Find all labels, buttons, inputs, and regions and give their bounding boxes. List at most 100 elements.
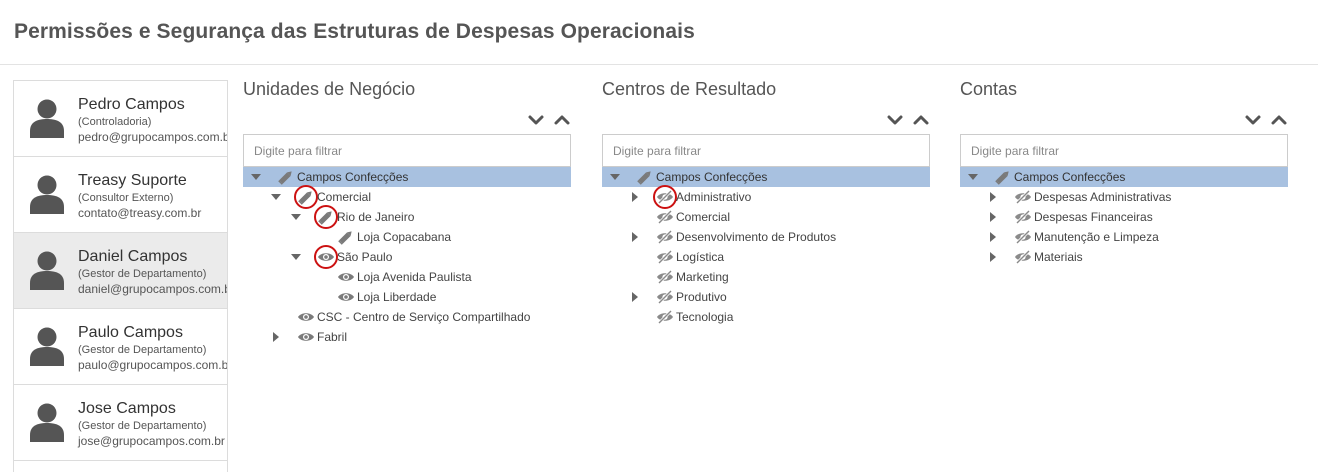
- tree-node[interactable]: Administrativo: [602, 185, 930, 209]
- caret-right-icon[interactable]: [628, 187, 642, 207]
- user-email: daniel@grupocampos.com.br: [78, 282, 228, 296]
- tree-node[interactable]: Tecnologia: [602, 307, 930, 327]
- tree-root-node[interactable]: Campos Confecções: [243, 167, 571, 187]
- eye-slash-icon[interactable]: [656, 249, 674, 265]
- tree-node-label: São Paulo: [337, 250, 393, 264]
- caret-right-icon[interactable]: [269, 327, 283, 347]
- tree-node[interactable]: Produtivo: [602, 287, 930, 307]
- tree-node[interactable]: Comercial: [243, 185, 571, 209]
- eye-icon[interactable]: [297, 329, 315, 345]
- caret-right-icon[interactable]: [628, 287, 642, 307]
- tree-node[interactable]: Comercial: [602, 207, 930, 227]
- caret-down-icon[interactable]: [269, 187, 283, 207]
- filter-input[interactable]: [960, 134, 1288, 167]
- caret-right-icon[interactable]: [986, 207, 1000, 227]
- eye-icon[interactable]: [337, 269, 355, 285]
- filter-input[interactable]: [602, 134, 930, 167]
- tree-node-label: Loja Avenida Paulista: [357, 270, 472, 284]
- caret-down-icon[interactable]: [249, 167, 263, 187]
- tree-node[interactable]: Rio de Janeiro: [243, 205, 571, 229]
- pencil-icon[interactable]: [297, 189, 315, 205]
- caret-down-icon[interactable]: [289, 247, 303, 267]
- eye-slash-icon[interactable]: [656, 209, 674, 225]
- eye-slash-icon[interactable]: [1014, 229, 1032, 245]
- caret-down-icon[interactable]: [608, 167, 622, 187]
- tree-node[interactable]: São Paulo: [243, 245, 571, 269]
- filter-input[interactable]: [243, 134, 571, 167]
- caret-down-icon[interactable]: [966, 167, 980, 187]
- tree-node-label: Administrativo: [676, 190, 752, 204]
- avatar-icon: [30, 326, 64, 366]
- tree-node[interactable]: Desenvolvimento de Produtos: [602, 227, 930, 247]
- tree-node[interactable]: Fabril: [243, 327, 571, 347]
- expand-all-icon[interactable]: [1270, 112, 1288, 128]
- tree-node[interactable]: Manutenção e Limpeza: [960, 227, 1288, 247]
- pencil-icon[interactable]: [994, 169, 1012, 185]
- caret-down-icon[interactable]: [289, 207, 303, 227]
- user-card[interactable]: Pedro Campos (Controladoria) pedro@grupoca…: [14, 81, 227, 157]
- user-email: jose@grupocampos.com.br: [78, 434, 225, 448]
- eye-icon[interactable]: [337, 289, 355, 305]
- tree-node-label: Loja Liberdade: [357, 290, 437, 304]
- user-role: (Gestor de Departamento): [78, 344, 207, 356]
- tree-root-node[interactable]: Campos Confecções: [960, 167, 1288, 187]
- eye-slash-icon[interactable]: [1014, 189, 1032, 205]
- tree-node[interactable]: Loja Copacabana: [243, 227, 571, 247]
- tree-node[interactable]: Despesas Administrativas: [960, 187, 1288, 207]
- tree: Campos Confecções Administrativo Comercial…: [602, 167, 930, 327]
- eye-slash-icon[interactable]: [656, 229, 674, 245]
- tree-node-label: Despesas Administrativas: [1034, 190, 1172, 204]
- caret-right-icon[interactable]: [628, 227, 642, 247]
- user-role: (Consultor Externo): [78, 192, 174, 204]
- user-name: Jose Campos: [78, 400, 176, 417]
- user-card[interactable]: Paulo Campos (Gestor de Departamento) paul…: [14, 309, 227, 385]
- user-card[interactable]: Treasy Suporte (Consultor Externo) contato…: [14, 157, 227, 233]
- collapse-all-icon[interactable]: [1244, 112, 1262, 128]
- tree-node-label: Marketing: [676, 270, 729, 284]
- user-role: (Controladoria): [78, 116, 152, 128]
- caret-right-icon[interactable]: [986, 227, 1000, 247]
- user-email: contato@treasy.com.br: [78, 206, 202, 220]
- tree-node-label: Manutenção e Limpeza: [1034, 230, 1159, 244]
- avatar-icon: [30, 250, 64, 290]
- collapse-all-icon[interactable]: [527, 112, 545, 128]
- eye-slash-icon[interactable]: [1014, 249, 1032, 265]
- user-list: Pedro Campos (Controladoria) pedro@grupoca…: [13, 80, 228, 472]
- tree-node[interactable]: Loja Liberdade: [243, 287, 571, 307]
- caret-right-icon[interactable]: [986, 247, 1000, 267]
- caret-right-icon[interactable]: [986, 187, 1000, 207]
- expand-all-icon[interactable]: [912, 112, 930, 128]
- pencil-icon[interactable]: [337, 229, 355, 245]
- tree-node[interactable]: Materiais: [960, 247, 1288, 267]
- tree-node[interactable]: CSC - Centro de Serviço Compartilhado: [243, 307, 571, 327]
- expand-all-icon[interactable]: [553, 112, 571, 128]
- tree-node[interactable]: Logística: [602, 247, 930, 267]
- tree-node[interactable]: Marketing: [602, 267, 930, 287]
- panel-centros: Centros de Resultado Campos Confecções Adm…: [602, 78, 930, 325]
- tree-root-node[interactable]: Campos Confecções: [602, 167, 930, 187]
- tree-node-label: Rio de Janeiro: [337, 210, 415, 224]
- eye-slash-icon[interactable]: [656, 269, 674, 285]
- tree-node-label: Materiais: [1034, 250, 1083, 264]
- pencil-icon[interactable]: [317, 209, 335, 225]
- panel-tools: [886, 112, 930, 128]
- eye-slash-icon[interactable]: [656, 289, 674, 305]
- panel-title: Centros de Resultado: [602, 79, 777, 99]
- panel-tools: [527, 112, 571, 128]
- eye-icon[interactable]: [317, 249, 335, 265]
- pencil-icon[interactable]: [636, 169, 654, 185]
- collapse-all-icon[interactable]: [886, 112, 904, 128]
- avatar-icon: [30, 98, 64, 138]
- tree-node[interactable]: Despesas Financeiras: [960, 207, 1288, 227]
- eye-slash-icon[interactable]: [656, 309, 674, 325]
- eye-icon[interactable]: [297, 309, 315, 325]
- header-divider: [0, 64, 1318, 65]
- pencil-icon[interactable]: [277, 169, 295, 185]
- eye-slash-icon[interactable]: [656, 189, 674, 205]
- tree-node-label: Loja Copacabana: [357, 230, 452, 244]
- eye-slash-icon[interactable]: [1014, 209, 1032, 225]
- user-name: Pedro Campos: [78, 96, 185, 113]
- user-card[interactable]: Jose Campos (Gestor de Departamento) jose@…: [14, 385, 227, 461]
- tree-node[interactable]: Loja Avenida Paulista: [243, 267, 571, 287]
- user-card[interactable]: Daniel Campos (Gestor de Departamento) dan…: [14, 233, 227, 309]
